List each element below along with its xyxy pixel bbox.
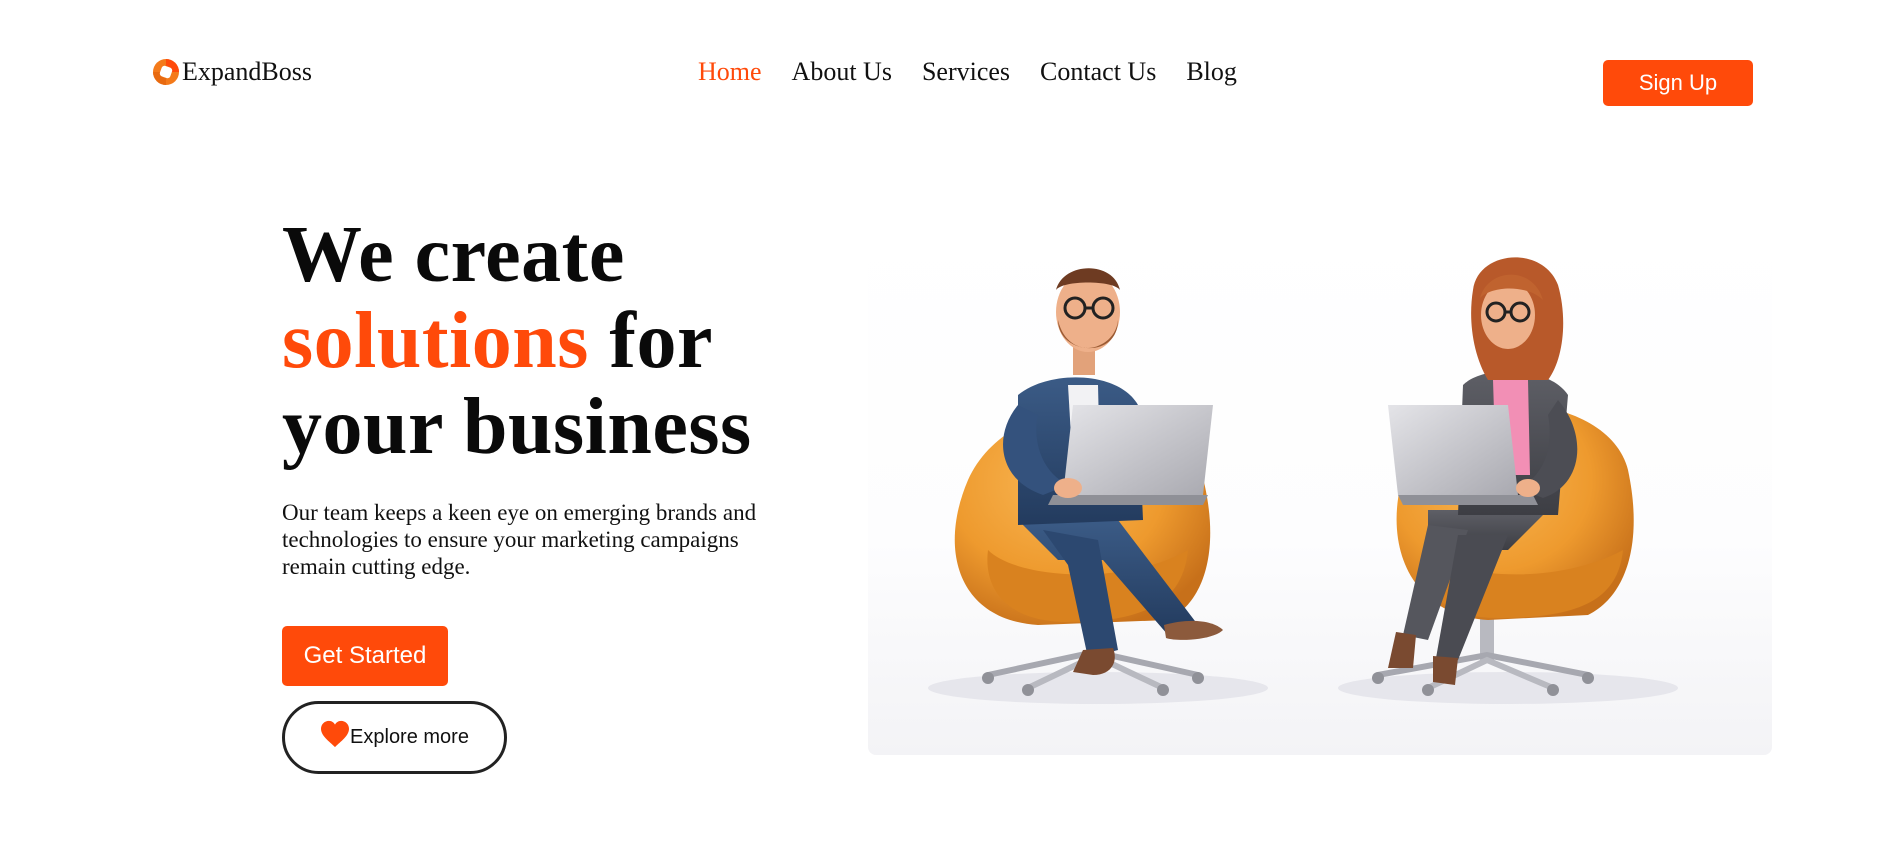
brand-logo-icon [153, 59, 179, 85]
site-header: ExpandBoss Home About Us Services Contac… [0, 0, 1893, 150]
nav-item-contact-us[interactable]: Contact Us [1040, 57, 1156, 87]
nav-item-about-us[interactable]: About Us [792, 57, 892, 87]
hero-illustration [868, 220, 1772, 755]
hero-title: We create solutions for your business [282, 212, 752, 470]
hero-title-line-1: We create [282, 211, 625, 299]
hero-title-accent: solutions [282, 297, 589, 385]
nav-item-services[interactable]: Services [922, 57, 1010, 87]
main-nav: Home About Us Services Contact Us Blog [698, 57, 1237, 87]
nav-item-home[interactable]: Home [698, 57, 762, 87]
hero-description: Our team keeps a keen eye on emerging br… [282, 500, 757, 579]
hero-title-line-3: your business [282, 383, 752, 471]
sign-up-button[interactable]: Sign Up [1603, 60, 1753, 106]
get-started-button[interactable]: Get Started [282, 626, 448, 686]
brand-logo[interactable]: ExpandBoss [151, 57, 312, 87]
hero-illustration-graphic [928, 257, 1678, 704]
explore-more-button[interactable]: Explore more [282, 701, 507, 774]
brand-name: ExpandBoss [182, 57, 312, 86]
hero-title-line-2: solutions for [282, 298, 752, 384]
heart-icon [321, 720, 350, 747]
hero-title-line-2-rest: for [588, 297, 713, 385]
explore-more-label: Explore more [350, 726, 469, 748]
nav-item-blog[interactable]: Blog [1186, 57, 1237, 87]
